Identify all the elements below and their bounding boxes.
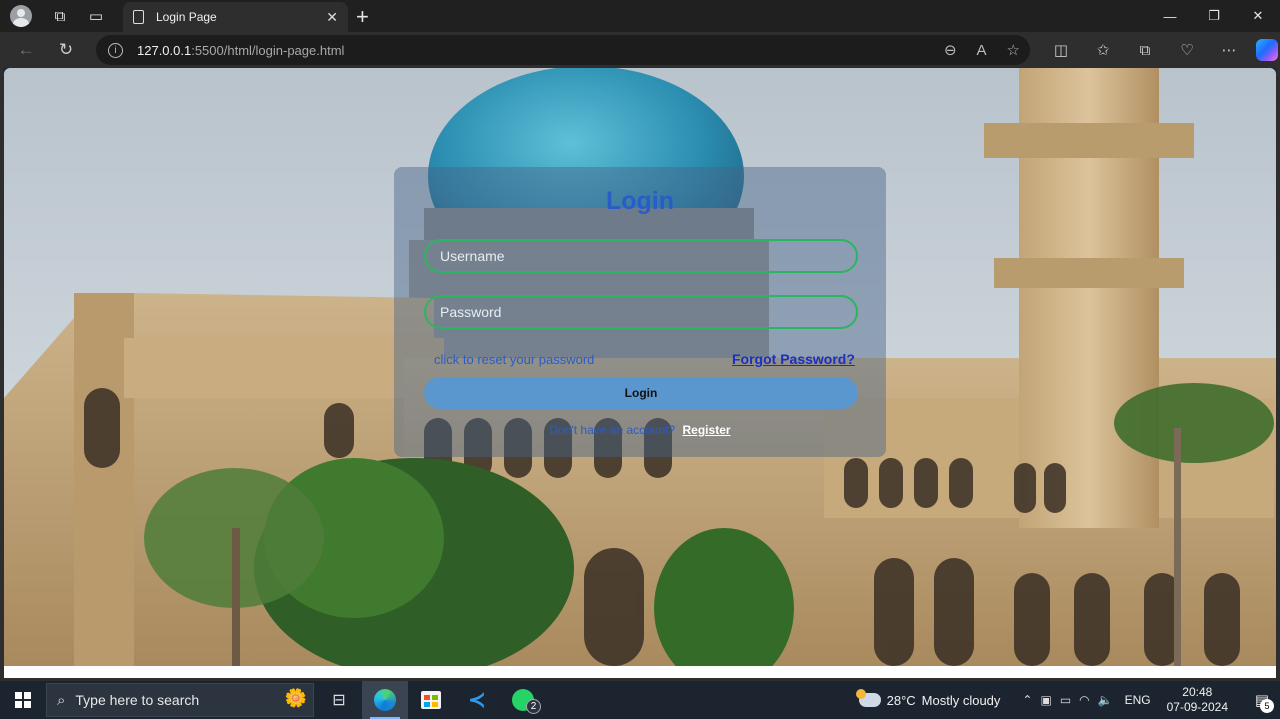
windows-logo-icon	[15, 692, 31, 708]
clock-date: 07-09-2024	[1166, 700, 1228, 714]
favorites-icon[interactable]: ✩	[1082, 41, 1124, 59]
taskbar-edge[interactable]	[362, 681, 408, 719]
tab-actions-icon[interactable]: ▭	[78, 0, 114, 32]
clock[interactable]: 20:48 07-09-2024	[1167, 685, 1228, 715]
language-indicator[interactable]: ENG	[1125, 693, 1151, 707]
tab-login-page[interactable]: Login Page ✕	[123, 2, 348, 32]
address-bar[interactable]: i 127.0.0.1:5500/html/login-page.html ⊖ …	[96, 35, 1030, 65]
temperature: 28°C	[886, 692, 916, 708]
tab-title: Login Page	[156, 10, 217, 24]
meet-icon[interactable]: ▣	[1040, 693, 1051, 707]
windows-taskbar: ⌕ Type here to search 🌼 ⊟ ≺ 2 28°C Mostl…	[0, 681, 1280, 719]
favorite-star-icon[interactable]: ☆	[1007, 41, 1020, 59]
close-tab-icon[interactable]: ✕	[326, 9, 338, 26]
address-bar-actions: ⊖ A ☆	[944, 35, 1020, 65]
edge-icon	[374, 689, 396, 711]
notification-count: 5	[1260, 699, 1274, 713]
search-highlight-icon: 🌼	[284, 688, 307, 708]
browser-toolbar: ← ↻ i 127.0.0.1:5500/html/login-page.htm…	[0, 32, 1280, 68]
site-info-icon[interactable]: i	[108, 42, 123, 58]
cloud-icon	[855, 689, 881, 707]
page-viewport: Login click to reset your password Forgo…	[4, 68, 1276, 666]
page-bottom-strip	[4, 666, 1276, 678]
search-icon: ⌕	[57, 691, 66, 709]
whatsapp-badge: 2	[526, 699, 541, 714]
taskbar-vscode[interactable]: ≺	[454, 681, 500, 719]
settings-more-icon[interactable]: ⋯	[1208, 41, 1250, 59]
login-button[interactable]: Login	[424, 377, 858, 409]
window-controls: — ❐ ✕	[1148, 0, 1280, 32]
profile-button[interactable]	[0, 0, 42, 32]
password-input[interactable]	[424, 295, 858, 329]
start-button[interactable]	[0, 681, 46, 719]
back-button[interactable]: ←	[6, 32, 46, 68]
taskbar-whatsapp[interactable]: 2	[500, 681, 546, 719]
refresh-button[interactable]: ↻	[46, 32, 86, 68]
restore-button[interactable]: ❐	[1192, 0, 1236, 32]
browser-extensions: ◫ ✩ ⧉ ♡ ⋯	[1040, 32, 1278, 68]
battery-icon[interactable]: ▭	[1060, 693, 1071, 707]
zoom-icon[interactable]: ⊖	[944, 41, 957, 59]
system-tray: 28°C Mostly cloudy ⌃ ▣ ▭ ◠ 🔈 ENG 20:48 0…	[855, 681, 1280, 719]
browser-essentials-icon[interactable]: ♡	[1166, 41, 1208, 59]
volume-icon[interactable]: 🔈	[1098, 693, 1113, 707]
task-view-button[interactable]: ⊟	[316, 681, 362, 719]
username-input[interactable]	[424, 239, 858, 273]
no-account-text: Don't have an account?	[549, 423, 676, 437]
browser-frame-right	[1276, 68, 1280, 680]
taskbar-search[interactable]: ⌕ Type here to search 🌼	[46, 683, 314, 717]
register-link[interactable]: Register	[683, 423, 731, 437]
weather-widget[interactable]: 28°C Mostly cloudy	[855, 689, 1001, 708]
store-icon	[421, 691, 441, 709]
reset-password-text: click to reset your password	[434, 352, 595, 367]
login-card: Login click to reset your password Forgo…	[394, 167, 886, 457]
read-aloud-icon[interactable]: A	[977, 42, 987, 59]
weather-text: Mostly cloudy	[921, 692, 1001, 708]
new-tab-button[interactable]: +	[356, 4, 369, 30]
wifi-icon[interactable]: ◠	[1079, 693, 1089, 707]
forgot-password-link[interactable]: Forgot Password?	[732, 351, 855, 367]
chevron-up-icon[interactable]: ⌃	[1022, 693, 1032, 707]
copilot-icon[interactable]	[1256, 39, 1278, 61]
profile-avatar-icon	[10, 5, 32, 27]
collections-icon[interactable]: ⧉	[1124, 42, 1166, 59]
workspaces-icon[interactable]: ⧉	[42, 0, 78, 32]
url-host: 127.0.0.1	[137, 42, 192, 58]
url-path: :5500/html/login-page.html	[191, 42, 345, 58]
page-icon	[133, 10, 144, 24]
clock-time: 20:48	[1182, 685, 1213, 699]
search-placeholder: Type here to search	[75, 692, 200, 708]
login-title: Login	[605, 187, 675, 215]
browser-tab-bar: ⧉ ▭ Login Page ✕ + — ❐ ✕	[0, 0, 1280, 32]
vscode-icon: ≺	[467, 687, 487, 712]
split-screen-icon[interactable]: ◫	[1040, 41, 1082, 59]
register-row: Don't have an account? Register	[394, 423, 886, 437]
tray-icons: ⌃ ▣ ▭ ◠ 🔈	[1022, 693, 1112, 707]
taskbar-apps: ⊟ ≺ 2	[316, 681, 546, 719]
notifications-button[interactable]: ▤ 5	[1244, 681, 1280, 719]
minimize-button[interactable]: —	[1148, 0, 1192, 32]
taskbar-store[interactable]	[408, 681, 454, 719]
close-window-button[interactable]: ✕	[1236, 0, 1280, 32]
